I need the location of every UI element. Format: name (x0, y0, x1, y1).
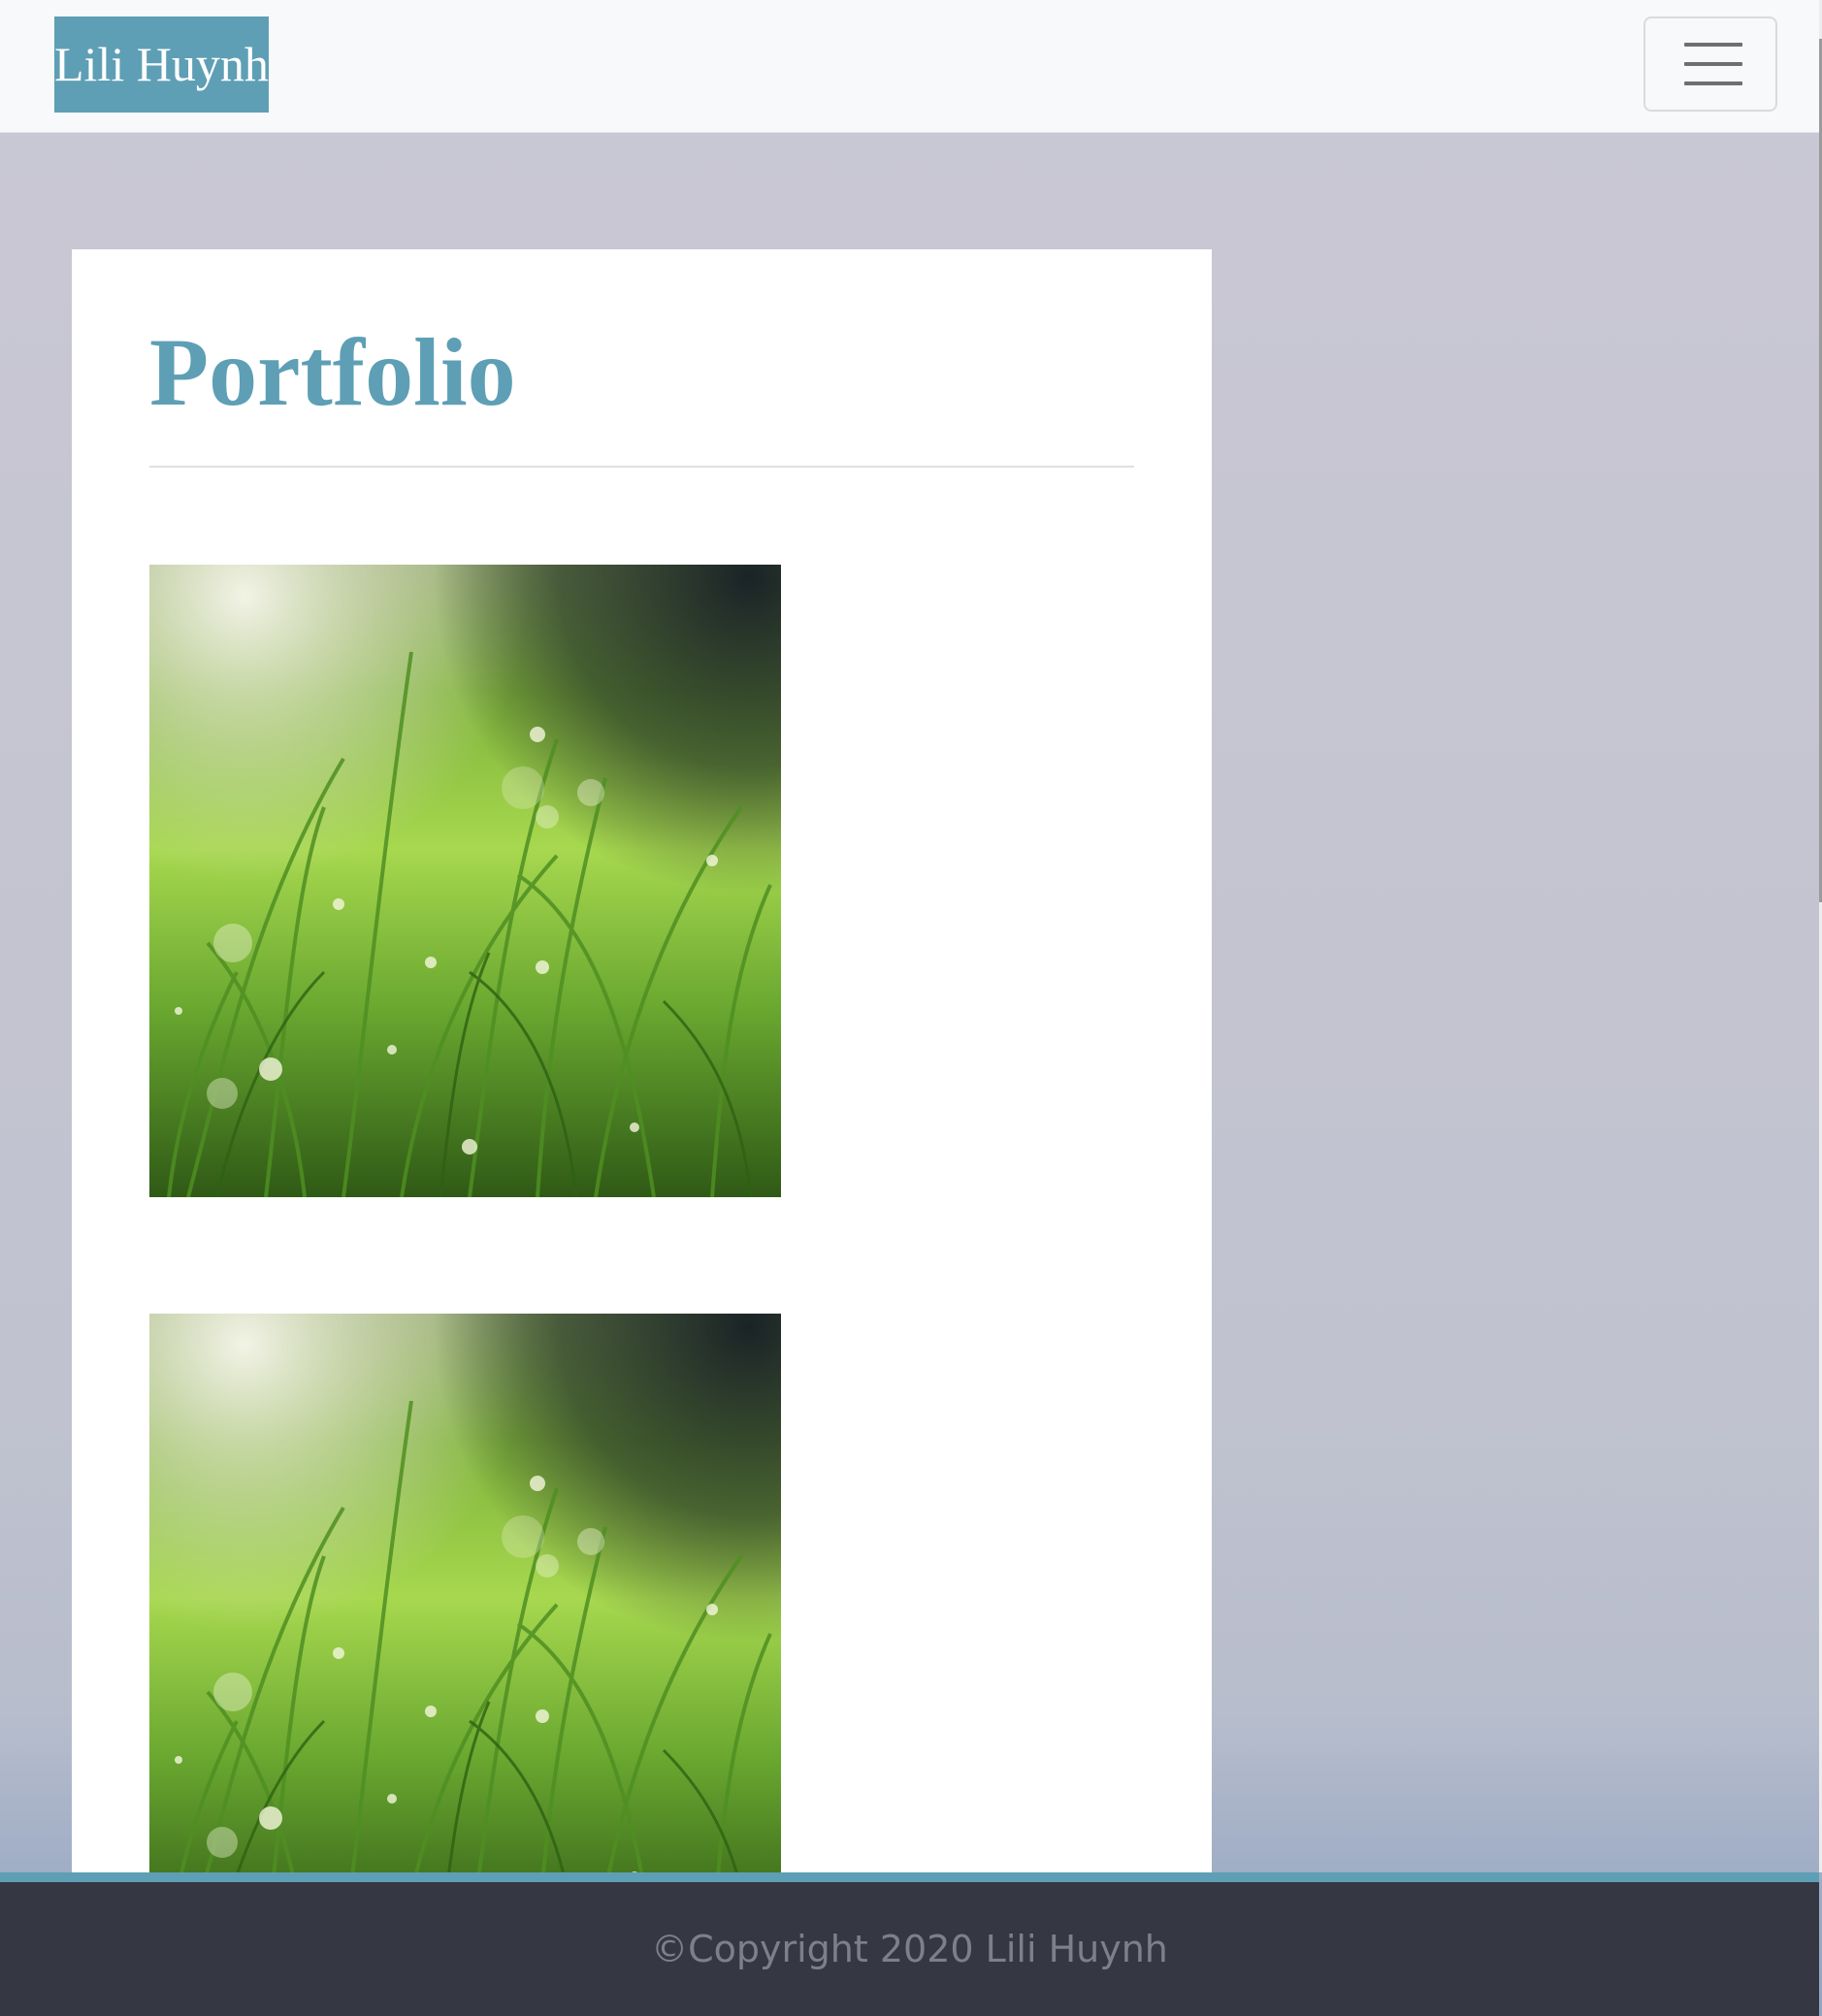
footer: ©Copyright 2020 Lili Huynh (0, 1872, 1819, 2016)
portfolio-image-2 (149, 1314, 781, 1872)
page-title: Portfolio (149, 318, 516, 426)
navbar-toggle-button[interactable] (1643, 16, 1777, 112)
portfolio-image-1 (149, 565, 781, 1197)
title-divider (149, 466, 1134, 468)
navbar: Lili Huynh (0, 0, 1819, 133)
portfolio-card: Portfolio (72, 249, 1212, 1872)
copyright-text: ©Copyright 2020 Lili Huynh (651, 1928, 1168, 1970)
brand-link[interactable]: Lili Huynh (54, 16, 269, 113)
